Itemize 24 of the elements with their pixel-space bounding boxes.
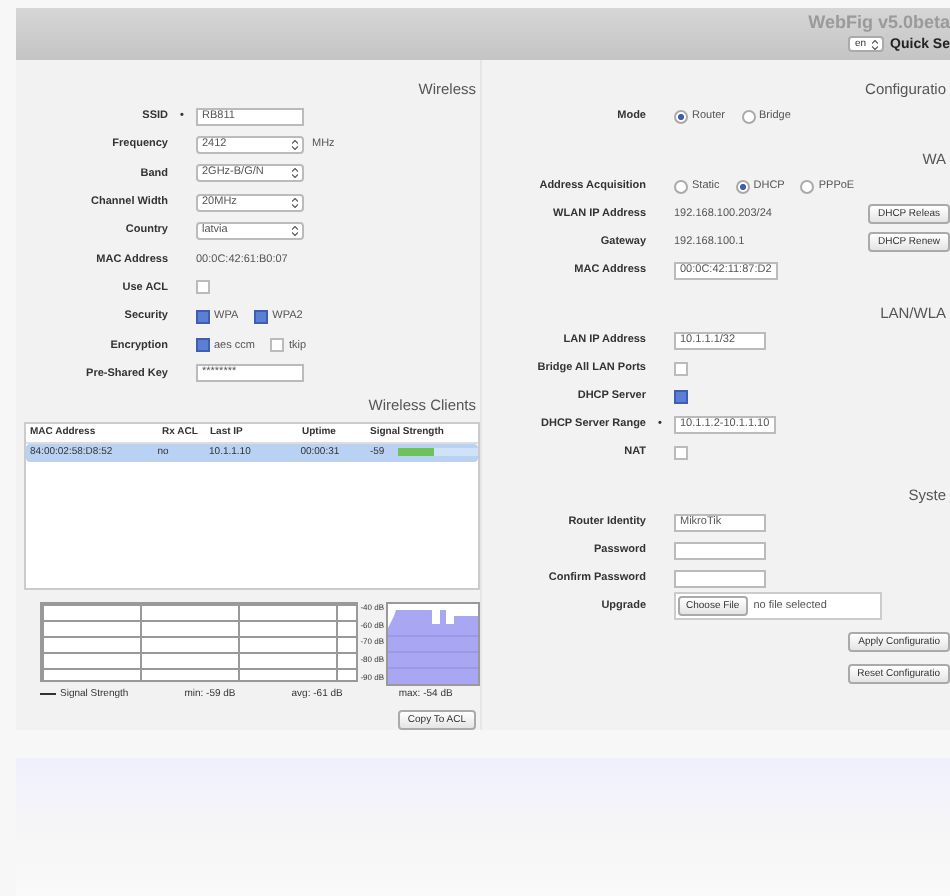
caret-icon — [292, 168, 298, 179]
radio-button[interactable] — [800, 179, 815, 193]
radio-button[interactable] — [674, 109, 688, 123]
text-field[interactable] — [674, 541, 766, 559]
caret-icon — [292, 225, 298, 236]
checkbox[interactable] — [674, 389, 688, 403]
signal-graph-drawing — [386, 601, 480, 686]
radio-button[interactable] — [674, 179, 688, 193]
legend-line-icon — [40, 691, 56, 696]
checkbox[interactable] — [196, 338, 210, 353]
checkbox[interactable] — [254, 309, 269, 324]
signal-meter — [397, 448, 478, 457]
caret-icon — [872, 39, 879, 49]
checkbox[interactable] — [196, 280, 210, 295]
app-title: WebFig v5.0beta — [808, 12, 950, 32]
checkbox[interactable] — [674, 361, 688, 375]
checkbox[interactable] — [270, 338, 285, 353]
caret-icon — [292, 197, 298, 208]
radio-button[interactable] — [735, 179, 750, 193]
checkbox[interactable] — [196, 309, 210, 324]
radio-button[interactable] — [741, 109, 756, 123]
caret-icon — [292, 139, 298, 150]
text-field[interactable] — [674, 569, 766, 587]
checkbox[interactable] — [674, 445, 688, 459]
